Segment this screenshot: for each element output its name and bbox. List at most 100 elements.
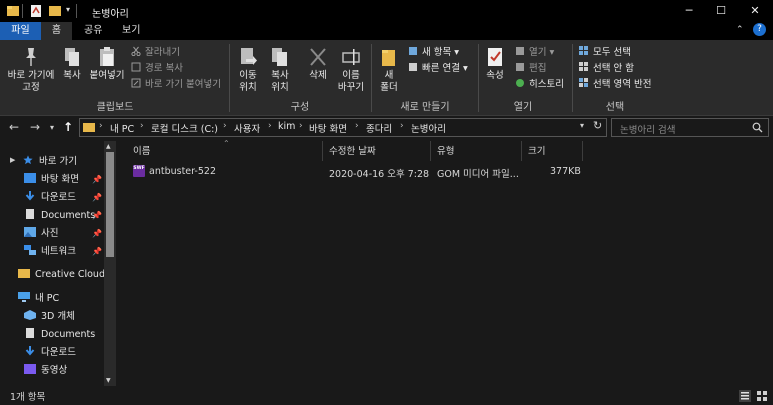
nav-item-desktop[interactable]: 바탕 화면 <box>24 171 79 189</box>
nav-this-pc[interactable]: 내 PC <box>18 290 59 308</box>
delete-button[interactable]: 삭제 <box>304 44 332 82</box>
copy-to-line2: 위치 <box>271 82 289 93</box>
pin-quick-access-button[interactable]: 바로 가기에 고정 <box>4 44 58 94</box>
tab-file[interactable]: 파일 <box>0 22 41 40</box>
column-divider[interactable] <box>582 141 583 161</box>
paste-shortcut-button[interactable]: 바로 가기 붙여넣기 <box>131 77 221 92</box>
address-dropdown-icon[interactable]: ▾ <box>580 121 584 130</box>
nav-item-pictures[interactable]: 사진 <box>24 225 58 243</box>
breadcrumb-separator: › <box>355 121 359 131</box>
back-arrow-icon[interactable]: ← <box>6 120 22 134</box>
breadcrumb-local-disk[interactable]: 로컬 디스크 (C:) <box>151 121 218 135</box>
easy-access-icon <box>409 63 417 71</box>
nav-item-label: 다운로드 <box>41 192 76 203</box>
column-header-name[interactable]: 이름 <box>133 143 150 159</box>
search-input[interactable]: 논병아리 검색 <box>611 118 769 137</box>
nav-creative-cloud[interactable]: Creative Cloud Fi <box>18 266 115 284</box>
group-divider <box>229 44 230 112</box>
pin-icon[interactable]: 📌 <box>92 175 102 184</box>
nav-item-label: Documents <box>41 329 96 340</box>
search-icon <box>752 122 763 133</box>
rename-icon <box>342 49 360 65</box>
window-title: 논병아리 <box>92 9 129 20</box>
properties-button[interactable]: 속성 <box>482 44 508 82</box>
refresh-icon[interactable]: ↻ <box>593 119 602 132</box>
scroll-down-icon[interactable]: ▼ <box>106 377 111 384</box>
rename-button[interactable]: 이름 바꾸기 <box>336 44 366 94</box>
group-label-select: 선택 <box>605 102 625 113</box>
paste-button[interactable]: 붙여넣기 <box>88 44 126 82</box>
tab-home[interactable]: 홈 <box>41 22 72 40</box>
column-divider[interactable] <box>430 141 431 161</box>
cut-button[interactable]: 잘라내기 <box>131 45 180 60</box>
column-header-modified[interactable]: 수정한 날짜 <box>329 143 376 159</box>
copy-path-button[interactable]: 경로 복사 <box>131 61 183 76</box>
nav-item-downloads[interactable]: 다운로드 <box>24 189 76 207</box>
nav-pane-scroll-thumb[interactable] <box>106 152 114 257</box>
column-divider[interactable] <box>521 141 522 161</box>
nav-item-documents-pc[interactable]: Documents <box>24 326 95 344</box>
select-none-icon <box>579 62 588 71</box>
move-to-button[interactable]: 이동 위치 <box>234 44 262 94</box>
copy-path-icon <box>131 62 141 72</box>
new-folder-button[interactable]: 새 폴더 <box>376 44 402 94</box>
copy-to-button[interactable]: 복사 위치 <box>266 44 294 94</box>
nav-item-network[interactable]: 네트워크 <box>24 243 76 261</box>
properties-check-icon <box>488 48 502 66</box>
sort-indicator-icon: ⌃ <box>223 139 230 148</box>
breadcrumb-this-pc[interactable]: 내 PC <box>110 121 134 135</box>
tab-share[interactable]: 공유 <box>76 22 110 40</box>
cut-label: 잘라내기 <box>145 47 180 58</box>
move-to-line1: 이동 <box>239 70 257 81</box>
up-arrow-icon[interactable]: ↑ <box>60 120 76 134</box>
edit-button[interactable]: 편집 <box>515 61 546 76</box>
delete-x-icon <box>310 48 326 66</box>
invert-selection-label: 선택 영역 반전 <box>593 79 652 90</box>
new-folder-icon <box>382 50 395 66</box>
new-item-button[interactable]: 새 항목 ▾ <box>408 45 459 60</box>
close-button[interactable]: ✕ <box>740 0 770 22</box>
recent-locations-icon[interactable]: ▾ <box>44 123 60 132</box>
breadcrumb-users[interactable]: 사용자 <box>234 121 260 135</box>
details-view-icon[interactable] <box>739 390 751 402</box>
file-size: 377KB <box>550 166 581 177</box>
title-separator <box>76 4 77 18</box>
minimize-button[interactable]: ─ <box>674 0 704 22</box>
breadcrumb-folder-parent[interactable]: 종다리 <box>366 121 392 135</box>
breadcrumb-current[interactable]: 논병아리 <box>411 121 446 135</box>
breadcrumb-user[interactable]: kim <box>278 121 295 132</box>
nav-quick-access[interactable]: 바로 가기 <box>22 153 77 171</box>
tab-view[interactable]: 보기 <box>114 22 148 40</box>
large-icons-view-icon[interactable] <box>756 390 768 402</box>
maximize-button[interactable]: ☐ <box>706 0 736 22</box>
properties-icon[interactable] <box>30 4 42 18</box>
history-button[interactable]: 히스토리 <box>515 77 564 92</box>
nav-item-downloads-pc[interactable]: 다운로드 <box>24 344 76 362</box>
select-none-button[interactable]: 선택 안 함 <box>579 61 634 76</box>
pin-icon[interactable]: 📌 <box>92 193 102 202</box>
nav-item-videos[interactable]: 동영상 <box>24 362 67 380</box>
file-modified: 2020-04-16 오후 7:28 <box>329 169 430 180</box>
expand-arrow-icon[interactable]: ▶ <box>10 156 15 164</box>
customize-quick-access-icon[interactable]: ▾ <box>66 5 70 14</box>
column-header-size[interactable]: 크기 <box>528 143 545 159</box>
scroll-up-icon[interactable]: ▲ <box>106 143 111 150</box>
pin-icon[interactable]: 📌 <box>92 211 102 220</box>
open-button[interactable]: 열기 ▾ <box>515 45 554 60</box>
select-all-button[interactable]: 모두 선택 <box>579 45 631 60</box>
file-name[interactable]: antbuster-522 <box>149 166 216 177</box>
collapse-ribbon-icon[interactable]: ⌃ <box>736 25 744 35</box>
forward-arrow-icon[interactable]: → <box>27 120 43 134</box>
easy-access-button[interactable]: 빠른 연결 ▾ <box>408 61 468 76</box>
column-divider[interactable] <box>322 141 323 161</box>
breadcrumb-desktop[interactable]: 바탕 화면 <box>309 121 347 135</box>
nav-item-documents[interactable]: Documents <box>24 207 95 225</box>
invert-selection-button[interactable]: 선택 영역 반전 <box>579 77 651 92</box>
pin-icon[interactable]: 📌 <box>92 247 102 256</box>
copy-button[interactable]: 복사 <box>60 44 84 82</box>
new-folder-icon[interactable] <box>48 4 62 18</box>
help-icon[interactable]: ? <box>753 23 766 36</box>
column-header-type[interactable]: 유형 <box>437 143 454 159</box>
pin-icon[interactable]: 📌 <box>92 229 102 238</box>
nav-item-3d-objects[interactable]: 3D 개체 <box>24 308 75 326</box>
